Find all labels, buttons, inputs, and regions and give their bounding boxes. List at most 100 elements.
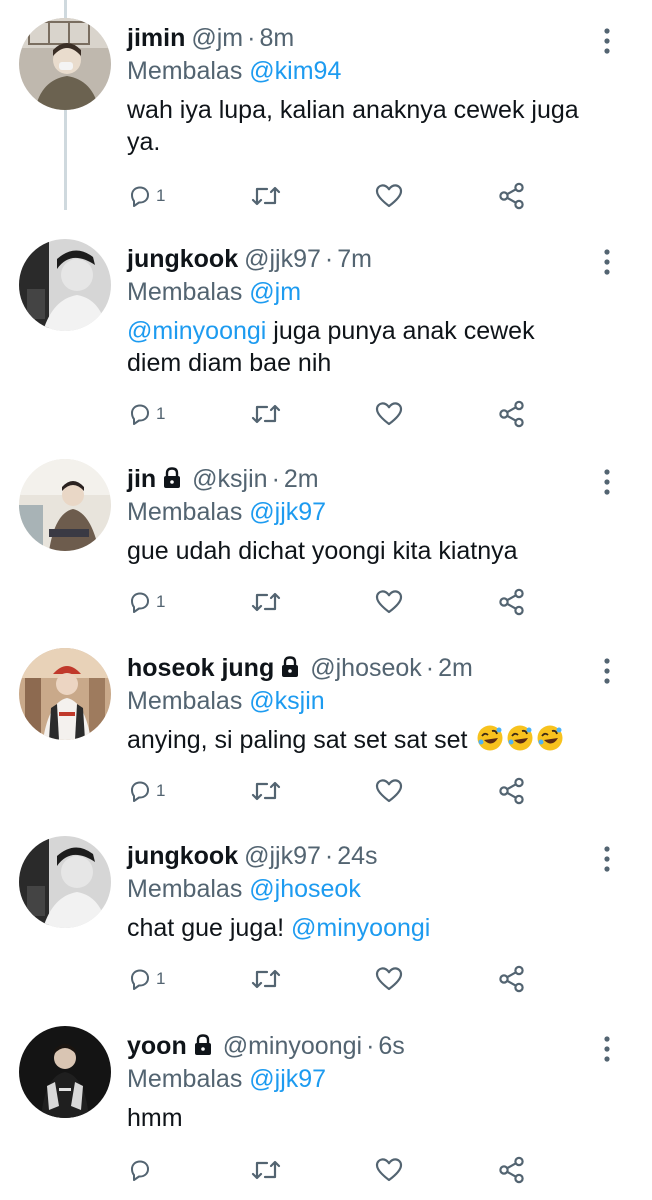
tweet-text: anying, si paling sat set sat set bbox=[127, 724, 617, 760]
user-handle[interactable]: @jm bbox=[191, 24, 243, 52]
tweet[interactable]: jungkook @jjk97 · 24s Membalas @jhoseok cha… bbox=[0, 818, 652, 1007]
user-handle[interactable]: @minyoongi bbox=[223, 1032, 362, 1060]
display-name[interactable]: jungkook bbox=[127, 245, 238, 273]
display-name[interactable]: jimin bbox=[127, 24, 185, 52]
like-button[interactable] bbox=[375, 587, 403, 617]
avatar[interactable] bbox=[19, 1026, 111, 1118]
retweet-icon bbox=[251, 1160, 281, 1180]
heart-icon bbox=[375, 967, 403, 991]
share-icon bbox=[499, 1156, 524, 1184]
display-name[interactable]: hoseok jung bbox=[127, 654, 274, 682]
more-vertical-icon[interactable] bbox=[602, 249, 612, 275]
like-button[interactable] bbox=[375, 1155, 403, 1185]
reply-count: 1 bbox=[156, 969, 166, 988]
tweet[interactable]: jungkook @jjk97 · 7m Membalas @jm @minyoong… bbox=[0, 221, 652, 428]
tweet-header: jin @ksjin · 2m bbox=[127, 463, 592, 495]
timestamp[interactable]: 6s bbox=[378, 1032, 404, 1060]
timestamp[interactable]: 7m bbox=[337, 245, 372, 273]
display-name[interactable]: jin bbox=[127, 465, 156, 493]
more-vertical-icon[interactable] bbox=[602, 846, 612, 872]
display-name[interactable]: yoon bbox=[127, 1032, 187, 1060]
share-button[interactable] bbox=[498, 181, 526, 211]
tweet[interactable]: jimin @jm · 8m Membalas @kim94 wah iya lupa… bbox=[0, 0, 652, 210]
timestamp[interactable]: 2m bbox=[438, 654, 473, 682]
user-handle[interactable]: @jjk97 bbox=[244, 245, 321, 273]
more-vertical-icon[interactable] bbox=[602, 1036, 612, 1062]
timestamp[interactable]: 24s bbox=[337, 842, 377, 870]
tweet-text: @minyoongi juga punya anak cewek diem dia… bbox=[127, 315, 617, 379]
more-vertical-icon[interactable] bbox=[602, 658, 612, 684]
tweet-text-segment: chat gue juga! bbox=[127, 914, 292, 942]
retweet-icon bbox=[251, 969, 281, 989]
reply-icon bbox=[131, 186, 149, 207]
more-vertical-icon[interactable] bbox=[602, 28, 612, 54]
like-button[interactable] bbox=[375, 181, 403, 211]
share-button[interactable] bbox=[498, 776, 526, 806]
like-button[interactable] bbox=[375, 964, 403, 994]
user-handle[interactable]: @ksjin bbox=[192, 465, 267, 493]
more-vertical-icon[interactable] bbox=[602, 469, 612, 495]
replying-to: Membalas @kim94 bbox=[127, 55, 341, 87]
avatar[interactable] bbox=[19, 18, 111, 110]
like-button[interactable] bbox=[375, 776, 403, 806]
avatar[interactable] bbox=[19, 648, 111, 740]
timestamp[interactable]: 2m bbox=[284, 465, 319, 493]
replying-to-mention[interactable]: @jjk97 bbox=[249, 498, 326, 526]
replying-to-mention[interactable]: @jm bbox=[249, 278, 301, 306]
tweet-header: jungkook @jjk97 · 7m bbox=[127, 243, 592, 275]
replying-to-mention[interactable]: @ksjin bbox=[249, 687, 324, 715]
replying-to-mention[interactable]: @jjk97 bbox=[249, 1065, 326, 1093]
avatar[interactable] bbox=[19, 836, 111, 928]
mention-link[interactable]: @minyoongi bbox=[127, 317, 266, 345]
share-icon bbox=[499, 588, 524, 616]
separator-dot: · bbox=[324, 842, 334, 870]
reply-button[interactable]: 1 bbox=[128, 181, 165, 211]
separator-dot: · bbox=[366, 1032, 375, 1060]
reply-button[interactable]: 1 bbox=[128, 964, 165, 994]
reply-count: 1 bbox=[156, 592, 166, 611]
tweet[interactable]: yoon @minyoongi · 6s Membalas @jjk97 hmm bbox=[0, 1008, 652, 1197]
share-icon bbox=[499, 182, 524, 210]
retweet-button[interactable] bbox=[251, 1155, 281, 1185]
reply-button[interactable]: 1 bbox=[128, 587, 165, 617]
share-button[interactable] bbox=[498, 587, 526, 617]
avatar[interactable] bbox=[19, 459, 111, 551]
display-name[interactable]: jungkook bbox=[127, 842, 238, 870]
mention-link[interactable]: @minyoongi bbox=[291, 914, 430, 942]
replying-to: Membalas @jjk97 bbox=[127, 496, 326, 528]
replying-to-mention[interactable]: @kim94 bbox=[249, 57, 341, 85]
retweet-button[interactable] bbox=[251, 964, 281, 994]
replying-to: Membalas @jm bbox=[127, 276, 301, 308]
reply-button[interactable]: 1 bbox=[128, 776, 165, 806]
share-icon bbox=[499, 400, 524, 428]
replying-to-label: Membalas bbox=[127, 875, 243, 903]
heart-icon bbox=[375, 1158, 403, 1182]
tweet-text: hmm bbox=[127, 1104, 183, 1132]
avatar[interactable] bbox=[19, 239, 111, 331]
share-button[interactable] bbox=[498, 1155, 526, 1185]
share-button[interactable] bbox=[498, 964, 526, 994]
user-handle[interactable]: @jjk97 bbox=[244, 842, 321, 870]
like-button[interactable] bbox=[375, 399, 403, 429]
lock-icon bbox=[162, 465, 182, 497]
retweet-button[interactable] bbox=[251, 587, 281, 617]
separator-dot: · bbox=[271, 465, 280, 493]
separator-dot: · bbox=[324, 245, 334, 273]
reply-button[interactable] bbox=[128, 1155, 156, 1185]
retweet-button[interactable] bbox=[251, 776, 281, 806]
replying-to-mention[interactable]: @jhoseok bbox=[249, 875, 361, 903]
retweet-button[interactable] bbox=[251, 181, 281, 211]
tweet[interactable]: hoseok jung @jhoseok · 2m Membalas @ksjin a… bbox=[0, 630, 652, 819]
user-handle[interactable]: @jhoseok bbox=[310, 654, 422, 682]
separator-dot: · bbox=[247, 24, 256, 52]
tweet-header: jungkook @jjk97 · 24s bbox=[127, 840, 592, 872]
reply-icon bbox=[131, 404, 149, 425]
tweet-header: yoon @minyoongi · 6s bbox=[127, 1030, 592, 1062]
tweet-text: gue udah dichat yoongi kita kiatnya bbox=[127, 537, 518, 565]
tweet[interactable]: jin @ksjin · 2m Membalas @jjk97 gue udah di… bbox=[0, 441, 652, 630]
tweet-text-segment: anying, si paling sat set sat set bbox=[127, 726, 468, 754]
reply-button[interactable]: 1 bbox=[128, 399, 165, 429]
retweet-button[interactable] bbox=[251, 399, 281, 429]
share-button[interactable] bbox=[498, 399, 526, 429]
timestamp[interactable]: 8m bbox=[259, 24, 294, 52]
